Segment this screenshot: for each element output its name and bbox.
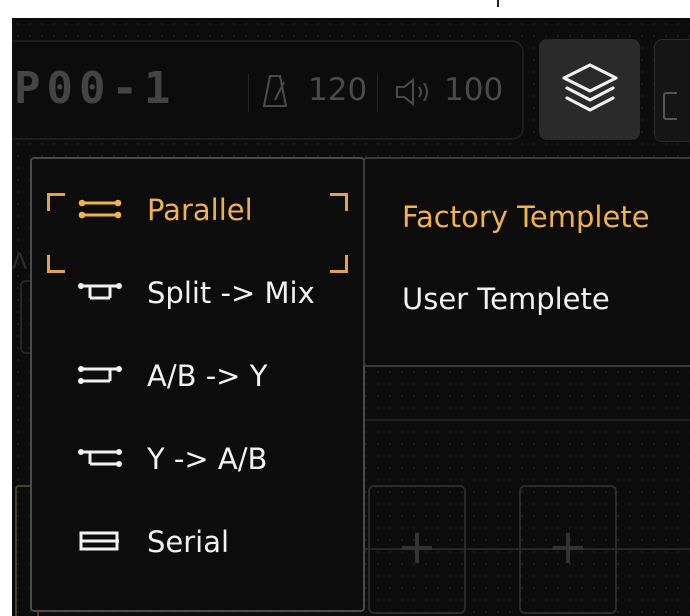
template-submenu: Factory Templete User Templete bbox=[363, 157, 690, 367]
menu-item-ab-y[interactable]: A/B -> Y bbox=[32, 343, 363, 425]
factory-template-item[interactable]: Factory Templete bbox=[402, 201, 650, 233]
menu-item-serial[interactable]: Serial bbox=[32, 509, 363, 591]
menu-item-label: Y -> A/B bbox=[147, 442, 268, 476]
divider bbox=[377, 74, 378, 112]
empty-slot[interactable]: + bbox=[368, 485, 466, 614]
toolbar-next-button[interactable] bbox=[654, 39, 690, 142]
layers-button[interactable] bbox=[539, 39, 640, 140]
user-template-item[interactable]: User Templete bbox=[402, 283, 610, 315]
routing-menu: Parallel Split -> Mix A/B -> Y Y -> A/B … bbox=[30, 157, 365, 612]
menu-item-parallel[interactable]: Parallel bbox=[32, 177, 363, 273]
y-ab-icon bbox=[78, 449, 122, 467]
selection-corner bbox=[47, 193, 65, 211]
speaker-icon bbox=[396, 78, 428, 106]
metronome-icon bbox=[262, 75, 288, 107]
background-label-fragment: Λ bbox=[12, 250, 28, 275]
tempo-value[interactable]: 120 bbox=[308, 72, 367, 108]
divider bbox=[248, 74, 249, 112]
empty-slot[interactable]: + bbox=[519, 485, 617, 614]
menu-item-label: Parallel bbox=[147, 193, 253, 227]
split-mix-icon bbox=[78, 283, 122, 300]
menu-item-label: Serial bbox=[147, 525, 230, 559]
menu-item-split-mix[interactable]: Split -> Mix bbox=[32, 260, 363, 342]
toolbar-next-icon bbox=[663, 92, 677, 120]
top-strip bbox=[0, 0, 690, 18]
menu-item-label: Split -> Mix bbox=[147, 276, 315, 310]
volume-value[interactable]: 100 bbox=[444, 72, 503, 108]
menu-item-y-ab[interactable]: Y -> A/B bbox=[32, 426, 363, 508]
ab-y-icon bbox=[78, 366, 122, 384]
signal-line bbox=[364, 419, 690, 421]
plus-icon: + bbox=[547, 519, 589, 575]
parallel-icon bbox=[78, 199, 122, 219]
top-fragment bbox=[497, 0, 511, 7]
selection-corner bbox=[330, 193, 348, 211]
plus-icon: + bbox=[396, 519, 438, 575]
serial-icon bbox=[79, 531, 119, 551]
preset-name[interactable]: P00-1 bbox=[14, 66, 176, 112]
layers-icon bbox=[562, 63, 618, 112]
menu-item-label: A/B -> Y bbox=[147, 359, 268, 393]
